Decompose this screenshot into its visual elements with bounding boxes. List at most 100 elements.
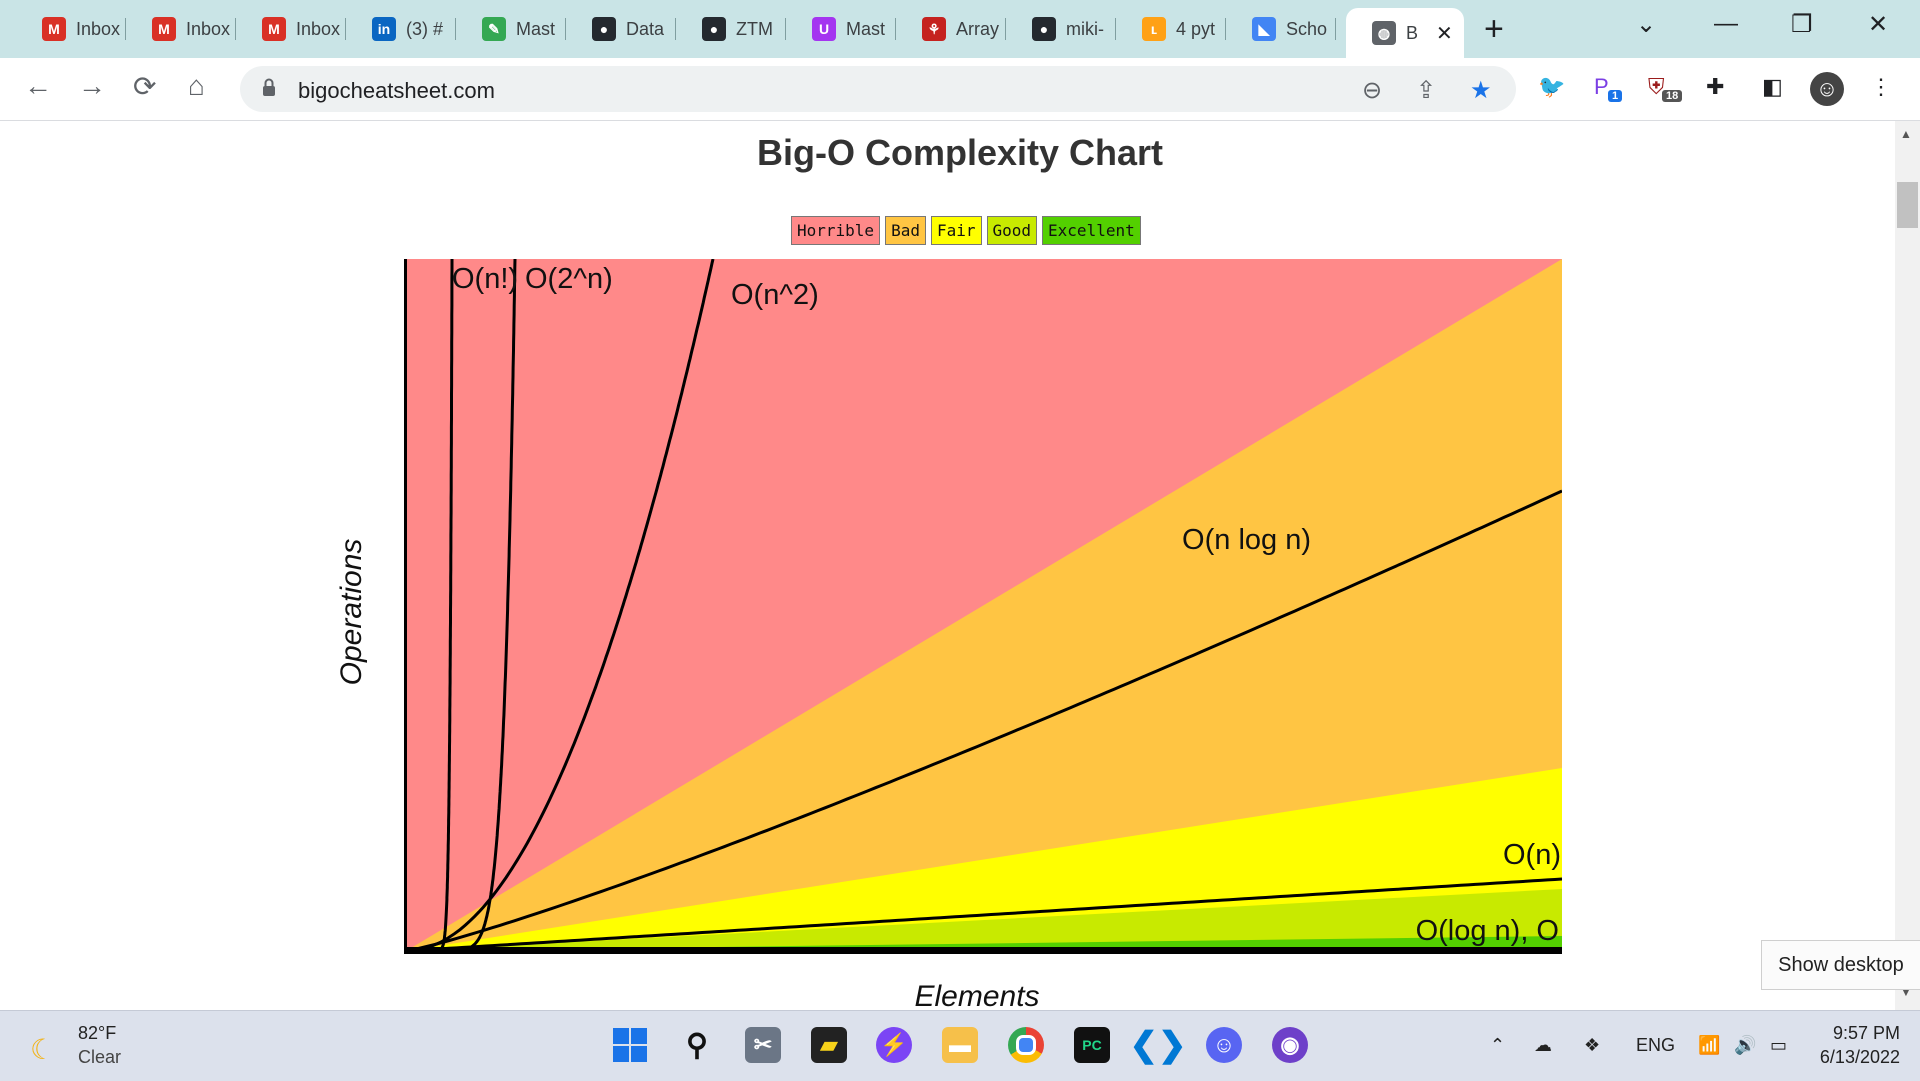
figure-icon: ⚘	[922, 17, 946, 41]
close-window-button[interactable]: ✕	[1868, 10, 1888, 39]
restore-button[interactable]: ❐	[1791, 10, 1813, 39]
pycharm-icon[interactable]: PC	[1074, 1027, 1110, 1063]
globe-icon: ◍	[1372, 21, 1396, 45]
scroll-up-icon[interactable]: ▲	[1900, 127, 1912, 141]
messenger-icon[interactable]: ⚡	[876, 1027, 912, 1063]
tab-13[interactable]: ◍ B ✕	[1346, 8, 1464, 58]
tab-4[interactable]: in (3) #	[346, 8, 456, 50]
tab-title: Inbox	[76, 18, 121, 39]
gmail-icon: M	[42, 17, 66, 41]
page-scrollbar[interactable]: ▲ ▼	[1895, 121, 1920, 1010]
vscode-icon[interactable]: ❮❯	[1130, 1026, 1187, 1064]
side-panel-icon[interactable]: ◧	[1762, 74, 1783, 100]
zoom-icon[interactable]: ⊖	[1362, 76, 1382, 105]
share-icon[interactable]: ⇪	[1416, 76, 1436, 105]
snip-tool-icon[interactable]: ✂	[745, 1027, 781, 1063]
tab-title: Array	[956, 18, 1000, 39]
y-axis-label: Operations	[335, 538, 368, 686]
file-explorer-icon[interactable]: ▬	[942, 1027, 978, 1063]
tab-title: (3) #	[406, 18, 444, 39]
legend-bad: Bad	[885, 216, 926, 245]
wifi-icon[interactable]: 📶	[1698, 1035, 1720, 1056]
x-axis-label: Elements	[914, 980, 1040, 1013]
search-icon[interactable]: ⚲	[679, 1027, 715, 1063]
series-label: O(n log n)	[1182, 524, 1311, 556]
github-icon: ●	[702, 17, 726, 41]
tab-strip: M Inbox M Inbox M Inbox in (3) # ✎ Mast ● Data ● ZTM U…	[0, 0, 1920, 58]
linkedin-icon: in	[372, 17, 396, 41]
start-windows-icon[interactable]	[612, 1027, 648, 1063]
gmail-icon: M	[262, 17, 286, 41]
tab-11[interactable]: ʟ 4 pyt	[1116, 8, 1226, 50]
extension-badge: 18	[1662, 90, 1683, 102]
tab-title: Mast	[846, 18, 886, 39]
discord-icon[interactable]: ☺	[1206, 1027, 1242, 1063]
tab-12[interactable]: ◣ Scho	[1226, 8, 1336, 50]
leetcode-icon: ʟ	[1142, 17, 1166, 41]
weather-condition: Clear	[78, 1047, 122, 1067]
back-button[interactable]: ←	[24, 70, 52, 102]
github-icon: ●	[592, 17, 616, 41]
tab-3[interactable]: M Inbox	[236, 8, 346, 50]
onedrive-cloud-icon[interactable]: ☁	[1534, 1035, 1552, 1056]
p-extension-icon[interactable]: P1	[1594, 74, 1623, 102]
new-tab-button[interactable]: +	[1484, 10, 1504, 49]
language-indicator[interactable]: ENG	[1636, 1035, 1675, 1056]
github-desktop-icon[interactable]: ◉	[1272, 1027, 1308, 1063]
tab-title: 4 pyt	[1176, 18, 1216, 39]
lock-icon	[263, 78, 275, 96]
dropbox-icon[interactable]: ❖	[1584, 1035, 1600, 1056]
tab-search-chevron-icon[interactable]: ⌄	[1636, 10, 1656, 39]
tab-10[interactable]: ● miki-	[1006, 8, 1116, 50]
x-axis	[404, 947, 1562, 954]
scrollbar-thumb[interactable]	[1897, 182, 1918, 228]
mastery-icon: ✎	[482, 17, 506, 41]
series-label: O(log n), O	[1416, 915, 1559, 947]
tab-8[interactable]: U Mast	[786, 8, 896, 50]
battery-icon[interactable]: ▭	[1770, 1035, 1787, 1056]
clock-time: 9:57 PM	[1832, 1023, 1900, 1043]
show-desktop-tooltip: Show desktop	[1761, 940, 1920, 990]
tab-5[interactable]: ✎ Mast	[456, 8, 566, 50]
extension-badge: 1	[1608, 90, 1623, 102]
address-bar[interactable]: bigocheatsheet.com ⊖ ⇪ ★	[240, 66, 1516, 112]
home-button[interactable]: ⌂	[188, 70, 205, 102]
tab-6[interactable]: ● Data	[566, 8, 676, 50]
tab-title: Mast	[516, 18, 556, 39]
profile-avatar[interactable]: ☺	[1810, 72, 1844, 106]
gmail-icon: M	[152, 17, 176, 41]
tab-title: Scho	[1286, 18, 1328, 39]
tab-1[interactable]: M Inbox	[16, 8, 126, 50]
tab-2[interactable]: M Inbox	[126, 8, 236, 50]
complexity-legend: Horrible Bad Fair Good Excellent	[791, 216, 1141, 245]
page-title: Big-O Complexity Chart	[756, 132, 1164, 173]
moon-icon: ☾	[30, 1034, 56, 1065]
chrome-icon[interactable]	[1008, 1027, 1044, 1063]
reload-button[interactable]: ⟳	[133, 70, 156, 103]
tab-7[interactable]: ● ZTM	[676, 8, 786, 50]
y-axis	[404, 259, 407, 954]
tab-9[interactable]: ⚘ Array	[896, 8, 1006, 50]
volume-icon[interactable]: 🔊	[1734, 1035, 1756, 1056]
forward-button[interactable]: →	[78, 70, 106, 102]
tab-separator	[1335, 18, 1336, 40]
tab-title: ZTM	[736, 18, 773, 39]
minimize-button[interactable]: —	[1714, 10, 1738, 38]
tab-title: Data	[626, 18, 665, 39]
bird-extension-icon[interactable]: 🐦	[1538, 74, 1565, 100]
github-icon: ●	[1032, 17, 1056, 41]
menu-kebab-icon[interactable]: ⋮	[1870, 74, 1892, 100]
url-text: bigocheatsheet.com	[298, 78, 495, 103]
udemy-icon: U	[812, 17, 836, 41]
series-label: O(n^2)	[731, 279, 819, 311]
close-tab-icon[interactable]: ✕	[1436, 21, 1453, 46]
taskbar: ☾ 82°F Clear ⚲ ✂ ▰ ⚡ ▬ PC ❮❯ ☺ ◉ ⌃ ☁ ❖ E…	[0, 1010, 1920, 1081]
bookmark-star-icon[interactable]: ★	[1470, 76, 1492, 105]
puzzle-extensions-icon[interactable]: ✚	[1706, 74, 1724, 100]
big-o-chart: O(n!) O(2^n) O(n^2) O(n log n) O(n) O(log n),…	[404, 259, 1562, 954]
tray-overflow-chevron-icon[interactable]: ⌃	[1490, 1035, 1505, 1056]
ublock-extension-icon[interactable]: ⛨ 18	[1648, 74, 1683, 102]
sticky-notes-icon[interactable]: ▰	[811, 1027, 847, 1063]
tab-title: Inbox	[186, 18, 231, 39]
clock[interactable]: 9:57 PM 6/13/2022	[1816, 1021, 1900, 1069]
